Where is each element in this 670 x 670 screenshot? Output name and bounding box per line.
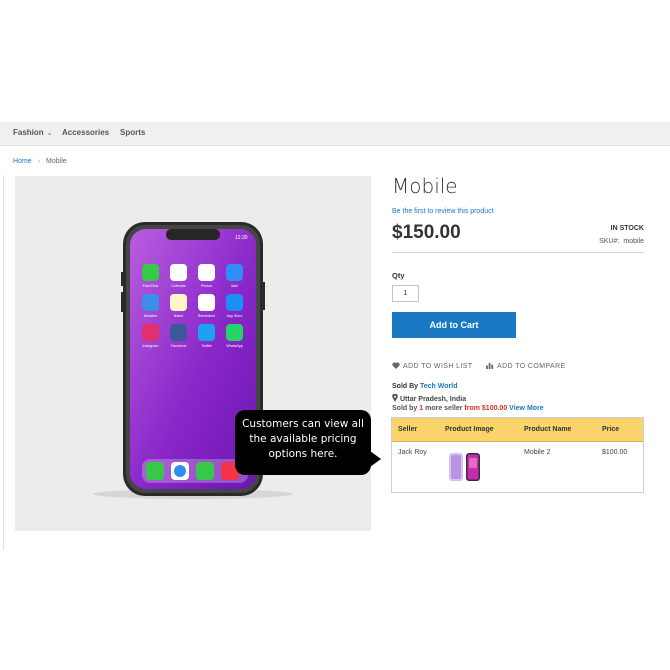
app-label: Twitter [201,344,212,348]
product-thumbnail[interactable] [447,452,481,482]
more-sellers: Sold by 1 more seller from $100.00 View … [392,405,544,412]
heart-icon [392,362,400,369]
product-gallery[interactable]: 12:30 FaceTime Calendar Photos Mail Weather N… [15,176,371,531]
app-label: Photos [201,284,212,288]
compare-label: ADD TO COMPARE [497,363,566,370]
more-sellers-price: from $100.00 [464,405,508,412]
twitter-icon [198,324,215,341]
app-label: FaceTime [143,284,159,288]
seller-name[interactable]: Jack Roy [398,449,427,456]
calendar-icon [170,264,187,281]
app-label: Facebook [171,344,187,348]
column-header-product-image: Product Image [445,426,494,433]
divider [3,175,4,550]
tooltip-line: the available pricing [249,433,357,445]
app-label: Notes [174,314,184,318]
divider [392,252,644,253]
app-store-icon [226,294,243,311]
category-nav: Fashion ⌄ Accessories Sports [0,122,670,146]
sold-by-label: Sold By [392,383,419,390]
map-pin-icon [392,393,398,402]
location-text: Uttar Pradesh, India [400,396,467,403]
add-to-cart-button[interactable]: Add to Cart [392,312,516,338]
sku: SKU#: mobile [599,238,644,245]
tooltip-line: options here. [268,448,338,460]
nav-item-label: Fashion [13,128,44,137]
svg-text:12:30: 12:30 [235,235,248,241]
nav-item-sports[interactable]: Sports [120,128,145,137]
facebook-icon [170,324,187,341]
chevron-down-icon: ⌄ [46,130,53,137]
facetime-icon [142,264,159,281]
seller-price: $100.00 [602,449,628,456]
seller-table: Seller Product Image Product Name Price … [391,417,644,493]
column-header-product-name: Product Name [524,426,572,433]
qty-input[interactable]: 1 [392,285,419,302]
app-label: Weather [144,314,158,318]
app-label: App Store [227,314,243,318]
sku-label: SKU#: [599,238,620,245]
phone-dock-icon [146,462,164,480]
instagram-icon [142,324,159,341]
messages-dock-icon [196,462,214,480]
tooltip-callout: Customers can view all the available pri… [235,410,371,475]
seller-table-header: Seller Product Image Product Name Price [392,418,643,442]
app-label: Reminders [198,314,216,318]
notes-icon [170,294,187,311]
column-header-seller: Seller [398,426,418,433]
product-price: $150.00 [392,222,461,243]
add-to-wishlist-link[interactable]: ADD TO WISH LIST [392,362,473,370]
product-title: Mobile [392,174,458,198]
breadcrumb-separator: › [37,158,41,165]
app-label: Calendar [171,284,186,288]
reminders-icon [198,294,215,311]
view-more-link[interactable]: View More [509,405,544,412]
review-link[interactable]: Be the first to review this product [392,208,494,215]
nav-item-label: Sports [120,128,146,137]
wishlist-label: ADD TO WISH LIST [403,363,473,370]
nav-item-fashion[interactable]: Fashion ⌄ [13,128,53,137]
tooltip-line: Customers can view all [242,418,364,430]
nav-item-label: Accessories [62,128,110,137]
app-label: Mail [231,284,238,288]
column-header-price: Price [602,426,620,433]
mail-icon [226,264,243,281]
store-link[interactable]: Tech World [420,383,457,390]
whatsapp-icon [226,324,243,341]
breadcrumb: Home › Mobile [13,158,67,165]
sku-value: mobile [623,238,644,245]
compare-icon [486,362,494,369]
app-label: WhatsApp [226,344,243,348]
seller-location: Uttar Pradesh, India [392,393,467,403]
tooltip-pointer [370,451,381,467]
more-sellers-count: 1 [419,405,424,412]
breadcrumb-current: Mobile [46,158,67,165]
weather-icon [142,294,159,311]
stock-status: IN STOCK [610,225,644,232]
more-sellers-text: more seller [425,405,463,412]
product-name[interactable]: Mobile 2 [524,449,550,456]
breadcrumb-home-link[interactable]: Home [13,158,32,165]
add-to-compare-link[interactable]: ADD TO COMPARE [486,362,566,370]
sold-by: Sold By Tech World [392,383,457,390]
more-sellers-prefix: Sold by [392,405,418,412]
product-image: 12:30 FaceTime Calendar Photos Mail Weather N… [93,222,293,499]
photos-icon [198,264,215,281]
app-label: Instagram [143,344,159,348]
qty-label: Qty [392,271,405,280]
nav-item-accessories[interactable]: Accessories [62,128,109,137]
